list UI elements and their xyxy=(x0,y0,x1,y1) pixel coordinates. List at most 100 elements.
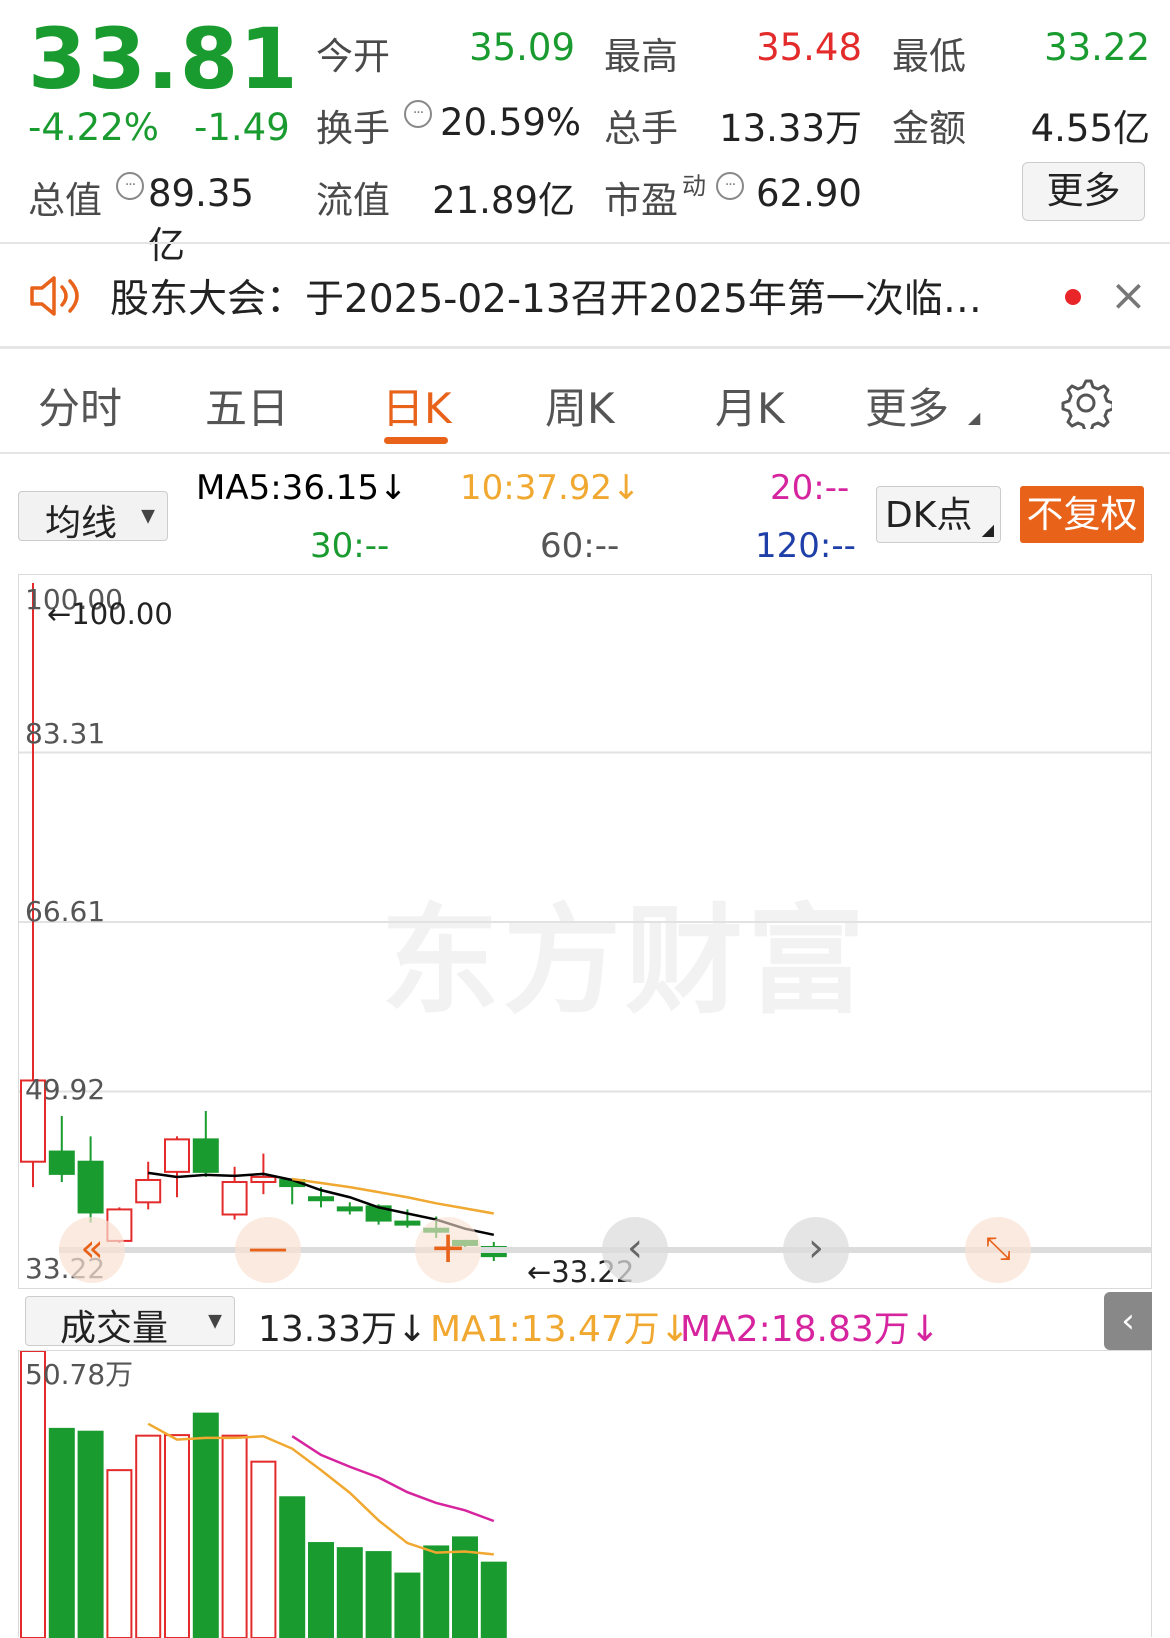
volume-bar xyxy=(20,1351,46,1638)
chevron-left-icon: ‹ xyxy=(627,1225,643,1271)
volume-bar xyxy=(221,1434,248,1638)
fullscreen-button[interactable]: ⤡ xyxy=(965,1217,1031,1283)
volume-select-label: 成交量 xyxy=(60,1308,169,1349)
pe-info-icon[interactable]: ··· xyxy=(716,172,744,200)
tab-more[interactable]: 更多 xyxy=(865,375,949,436)
expand-icon: ⤡ xyxy=(985,1229,1011,1267)
rewind-button[interactable]: « xyxy=(59,1217,125,1283)
ma60-value: 60:-- xyxy=(540,526,620,566)
settings-gear-icon[interactable] xyxy=(1060,377,1115,433)
change-amount: -1.49 xyxy=(194,106,290,149)
volume-bar xyxy=(308,1542,334,1638)
volume-indicator-select[interactable]: 成交量 ▼ xyxy=(25,1296,235,1349)
low-label: 最低 xyxy=(892,35,966,78)
volume-chart[interactable]: 50.78万 xyxy=(18,1350,1152,1638)
float-cap-value: 21.89亿 xyxy=(432,179,575,222)
turnover-value: 20.59% xyxy=(440,101,582,144)
candle-body xyxy=(250,1175,277,1184)
notice-divider xyxy=(0,346,1170,349)
chevron-down-icon: ▼ xyxy=(141,505,155,527)
volume-chevron-down-icon: ▼ xyxy=(208,1310,222,1332)
ma120-value: 120:-- xyxy=(755,526,856,566)
tab-daily-k[interactable]: 日K xyxy=(382,375,452,436)
max-price-marker: ←100.00 xyxy=(47,597,173,631)
dk-point-button[interactable]: DK点 ◢ xyxy=(876,486,1001,543)
amount-value: 4.55亿 xyxy=(1030,107,1150,150)
low-value: 33.22 xyxy=(1044,26,1150,69)
tab-timeshare[interactable]: 分时 xyxy=(38,375,122,436)
plus-icon: + xyxy=(429,1222,467,1273)
tab-monthly-k[interactable]: 月K xyxy=(715,375,785,436)
price-axis-label-4: 49.92 xyxy=(25,1073,106,1106)
candle-body xyxy=(221,1181,248,1216)
pe-label: 市盈 xyxy=(604,179,678,222)
volume-value: 13.33万 xyxy=(719,107,862,150)
zoom-in-button[interactable]: + xyxy=(415,1217,481,1283)
open-label: 今开 xyxy=(316,35,390,78)
minus-icon: — xyxy=(248,1225,288,1271)
turnover-label: 换手 xyxy=(316,107,390,150)
volume-bar xyxy=(423,1545,450,1638)
volume-axis-max: 50.78万 xyxy=(25,1358,134,1391)
tabs-divider xyxy=(0,452,1170,454)
volume-bar xyxy=(480,1561,507,1638)
indicator-select-label: 均线 xyxy=(45,503,118,544)
tab-five-day[interactable]: 五日 xyxy=(205,375,289,436)
candle-body xyxy=(135,1178,162,1204)
candle-body xyxy=(336,1206,363,1212)
volume-bar xyxy=(394,1572,421,1638)
volume-ma2-line xyxy=(291,1435,495,1523)
market-cap-value: 89.35亿 xyxy=(148,172,254,267)
price-axis-label-3: 66.61 xyxy=(25,895,106,928)
next-candle-button[interactable]: › xyxy=(783,1217,849,1283)
candle-body xyxy=(48,1150,75,1175)
candle-body xyxy=(192,1138,219,1173)
volume-ma2: MA2:18.83万↓ xyxy=(680,1309,940,1350)
volume-bar xyxy=(250,1460,277,1638)
pe-value: 62.90 xyxy=(756,172,862,215)
ma5-value: MA5:36.15↓ xyxy=(196,468,408,508)
active-tab-underline xyxy=(384,437,448,444)
price-axis-label-2: 83.31 xyxy=(25,717,106,750)
amount-label: 金额 xyxy=(892,107,966,150)
high-value: 35.48 xyxy=(756,26,862,69)
side-chevron-left-icon: ‹ xyxy=(1121,1301,1135,1341)
candle-body xyxy=(77,1160,104,1214)
volume-bar xyxy=(365,1551,392,1638)
volume-bar xyxy=(164,1434,190,1638)
volume-label: 总手 xyxy=(604,107,678,150)
ma20-value: 20:-- xyxy=(770,468,850,508)
volume-bar xyxy=(336,1547,363,1638)
ma10-value: 10:37.92↓ xyxy=(460,468,641,508)
speaker-icon xyxy=(28,274,84,322)
market-cap-info-icon[interactable]: ··· xyxy=(116,172,144,200)
pe-dynamic-sup: 动 xyxy=(682,172,706,200)
notice-text[interactable]: 股东大会：于2025-02-13召开2025年第一次临… xyxy=(110,268,982,324)
market-cap-label: 总值 xyxy=(28,179,102,222)
indicator-select[interactable]: 均线 ▼ xyxy=(18,491,168,544)
turnover-info-icon[interactable]: ··· xyxy=(404,100,432,128)
no-adjust-button[interactable]: 不复权 xyxy=(1020,486,1144,543)
float-cap-label: 流值 xyxy=(316,179,390,222)
quote-more-button[interactable]: 更多 xyxy=(1022,162,1145,221)
volume-bar xyxy=(106,1469,133,1638)
change-percent: -4.22% xyxy=(28,106,159,149)
kline-svg xyxy=(19,583,1151,1261)
volume-ma1: MA1:13.47万↓ xyxy=(430,1309,690,1350)
candle-body xyxy=(308,1196,334,1202)
candle-body xyxy=(164,1138,190,1173)
notice-close-icon[interactable]: × xyxy=(1110,270,1147,321)
open-value: 35.09 xyxy=(469,26,575,69)
chevron-right-icon: › xyxy=(808,1225,824,1271)
high-label: 最高 xyxy=(604,35,678,78)
prev-candle-button[interactable]: ‹ xyxy=(602,1217,668,1283)
kline-chart[interactable]: 东方财富 100.00 83.31 66.61 49.92 33.22 ←100… xyxy=(18,574,1152,1289)
unread-dot-icon xyxy=(1065,289,1081,305)
volume-bar xyxy=(279,1496,306,1638)
zoom-out-button[interactable]: — xyxy=(235,1217,301,1283)
last-price: 33.81 xyxy=(28,10,299,108)
tab-weekly-k[interactable]: 周K xyxy=(545,375,615,436)
volume-bar xyxy=(48,1427,75,1638)
volume-svg xyxy=(20,1351,507,1638)
collapse-panel-button[interactable]: ‹ xyxy=(1104,1292,1152,1350)
